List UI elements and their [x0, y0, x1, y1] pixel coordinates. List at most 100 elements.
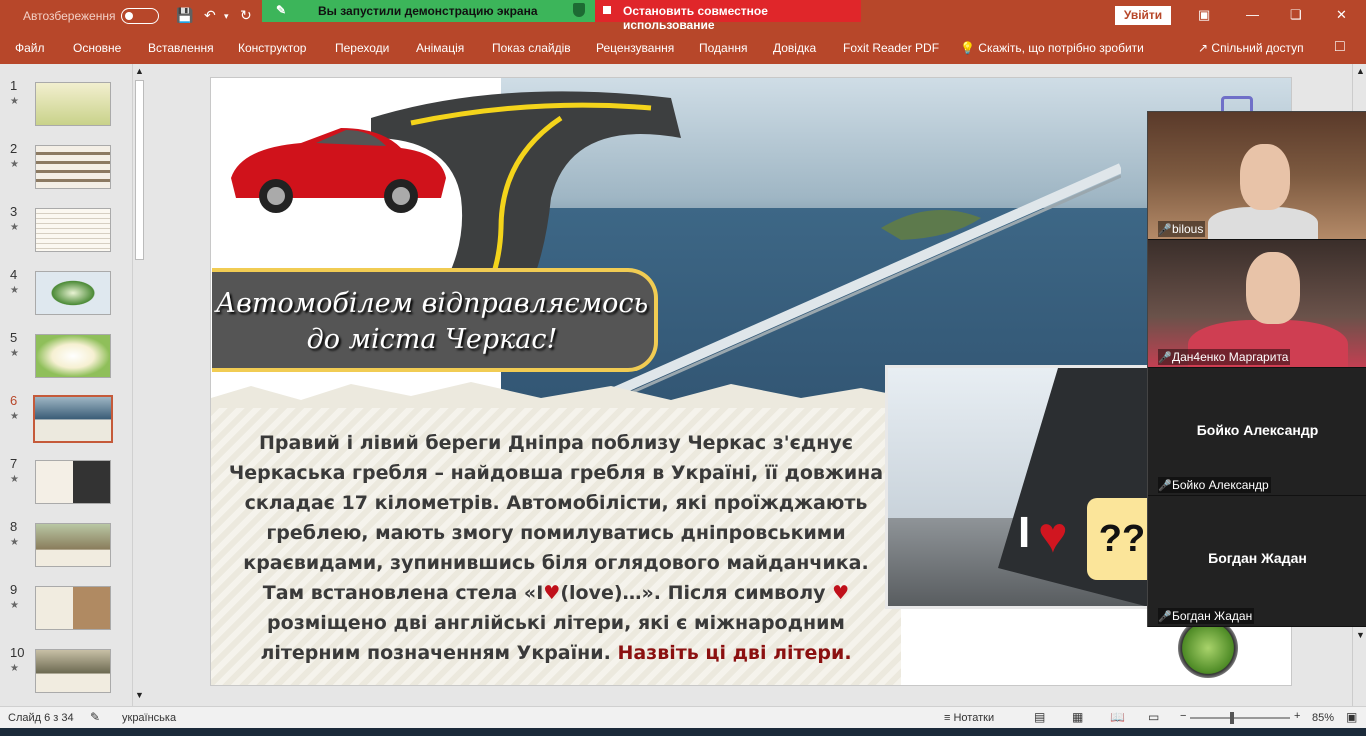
tab-help[interactable]: Довідка	[773, 41, 816, 55]
minimize-icon[interactable]: —	[1246, 7, 1259, 22]
animation-star-icon: ★	[10, 411, 19, 422]
animation-star-icon: ★	[10, 159, 19, 170]
undo-dropdown-icon[interactable]: ▾	[224, 11, 229, 22]
reading-view-icon[interactable]: 📖	[1110, 710, 1125, 724]
pencil-icon[interactable]: ✎	[276, 3, 286, 17]
status-bar: Слайд 6 з 34 ✎ українська ≡ Нотатки ▤ ▦ …	[0, 706, 1366, 728]
thumb-image	[35, 586, 111, 630]
thumbnail-9[interactable]: 9 ★	[0, 582, 132, 632]
animation-star-icon: ★	[10, 600, 19, 611]
participant-name-text: bilous	[1172, 222, 1204, 236]
share-banner-text: Вы запустили демонстрацию экрана	[318, 4, 538, 18]
zoom-slider[interactable]	[1190, 717, 1290, 719]
slide-title-line-1: Автомобілем відправляємось	[215, 288, 649, 319]
mic-muted-icon: 🎤	[1158, 352, 1172, 364]
mic-muted-icon: 🎤	[1158, 480, 1172, 492]
tell-me-search[interactable]: 💡 Скажіть, що потрібно зробити	[960, 41, 1144, 55]
fit-to-window-icon[interactable]: ▣	[1346, 710, 1357, 724]
participant-name: 🎤 Дан4енко Маргарита	[1158, 349, 1291, 365]
scroll-thumb[interactable]	[135, 80, 144, 260]
video-tile-1[interactable]: 🎤 bilous	[1148, 112, 1366, 240]
slide-body-text[interactable]: Правий і лівий береги Дніпра поблизу Чер…	[221, 428, 891, 668]
slideshow-view-icon[interactable]: ▭	[1148, 710, 1159, 724]
thumbnail-7[interactable]: 7 ★	[0, 456, 132, 506]
thumb-image	[35, 145, 111, 189]
thumb-number: 5	[10, 330, 18, 345]
save-icon[interactable]: 💾	[176, 7, 193, 24]
zoom-level[interactable]: 85%	[1312, 712, 1334, 724]
stop-share-button[interactable]: Остановить совместное использование	[595, 0, 861, 32]
stop-share-label: Остановить совместное использование	[623, 4, 768, 32]
notes-button[interactable]: ≡ Нотатки	[944, 712, 994, 724]
scroll-down-icon[interactable]: ▼	[135, 690, 144, 700]
tab-transitions[interactable]: Переходи	[335, 41, 389, 55]
ribbon-display-icon[interactable]: ▣	[1198, 7, 1210, 23]
video-tile-3[interactable]: Бойко Александр 🎤 Бойко Александр	[1148, 368, 1366, 496]
thumbnail-2[interactable]: 2 ★	[0, 141, 132, 191]
tab-view[interactable]: Подання	[699, 41, 747, 55]
slide-counter: Слайд 6 з 34	[8, 712, 74, 724]
os-taskbar	[0, 728, 1366, 736]
thumbnail-3[interactable]: 3 ★	[0, 204, 132, 254]
spellcheck-icon[interactable]: ✎	[90, 710, 100, 724]
restore-icon[interactable]: ❏	[1290, 7, 1302, 23]
video-tile-2[interactable]: 🎤 Дан4енко Маргарита	[1148, 240, 1366, 368]
zoom-in-icon[interactable]: +	[1294, 710, 1300, 722]
tab-slideshow[interactable]: Показ слайдів	[492, 41, 571, 55]
screen-share-banner: ✎ Вы запустили демонстрацию экрана	[262, 0, 595, 22]
stele-letter: I	[1018, 508, 1031, 557]
scroll-down-icon[interactable]: ▼	[1356, 630, 1365, 640]
tab-foxit[interactable]: Foxit Reader PDF	[843, 41, 939, 55]
slide-sorter-icon[interactable]: ▦	[1072, 710, 1083, 724]
redo-icon[interactable]: ↻	[240, 7, 252, 24]
participant-name-text: Дан4енко Маргарита	[1172, 350, 1289, 364]
thumb-number: 8	[10, 519, 18, 534]
body-question: Назвіть ці дві літери.	[617, 642, 852, 664]
slide-title: Автомобілем відправляємось до міста Черк…	[212, 286, 652, 358]
tab-review[interactable]: Рецензування	[596, 41, 674, 55]
language-label[interactable]: українська	[122, 712, 176, 724]
tab-insert[interactable]: Вставлення	[148, 41, 214, 55]
notes-label: Нотатки	[953, 712, 995, 724]
tab-animations[interactable]: Анімація	[416, 41, 464, 55]
tab-file[interactable]: Файл	[15, 41, 45, 55]
tab-design[interactable]: Конструктор	[238, 41, 306, 55]
thumbnail-4[interactable]: 4 ★	[0, 267, 132, 317]
participant-name: 🎤 bilous	[1158, 221, 1206, 237]
animation-star-icon: ★	[10, 96, 19, 107]
close-icon[interactable]: ✕	[1336, 7, 1347, 23]
thumbnail-5[interactable]: 5 ★	[0, 330, 132, 380]
thumbnail-scrollbar[interactable]: ▲ ▼	[132, 64, 146, 706]
signin-button[interactable]: Увійти	[1115, 6, 1171, 25]
slide-title-box[interactable]: Автомобілем відправляємось до міста Черк…	[212, 268, 658, 372]
scroll-up-icon[interactable]: ▲	[1356, 66, 1365, 76]
participant-name-text: Богдан Жадан	[1172, 609, 1253, 623]
zoom-out-icon[interactable]: −	[1180, 710, 1186, 722]
animation-star-icon: ★	[10, 348, 19, 359]
thumb-image	[35, 460, 111, 504]
share-label: Спільний доступ	[1211, 41, 1304, 55]
share-button[interactable]: ↗ Спільний доступ	[1198, 41, 1304, 55]
body-text-part-1: Правий і лівий береги Дніпра поблизу Чер…	[228, 432, 884, 604]
thumbnail-8[interactable]: 8 ★	[0, 519, 132, 569]
stop-icon	[603, 6, 611, 14]
thumbnail-6[interactable]: 6 ★	[0, 393, 132, 443]
zoom-slider-knob[interactable]	[1230, 712, 1234, 724]
slide-canvas[interactable]: Автомобілем відправляємось до міста Черк…	[210, 77, 1292, 686]
heart-icon: ♥	[543, 582, 561, 604]
normal-view-icon[interactable]: ▤	[1034, 710, 1045, 724]
autosave-toggle[interactable]	[121, 8, 159, 24]
thumbnail-10[interactable]: 10 ★	[0, 645, 132, 695]
tab-home[interactable]: Основне	[73, 41, 121, 55]
stele-heart-icon: ♥	[1038, 507, 1068, 563]
undo-icon[interactable]: ↶	[204, 7, 216, 24]
thumbnail-1[interactable]: 1 ★	[0, 78, 132, 128]
body-text-part-2: (love)…». Після символу	[560, 582, 833, 604]
scroll-up-icon[interactable]: ▲	[135, 66, 144, 76]
thumb-image	[35, 523, 111, 567]
participant-name-text: Бойко Александр	[1172, 478, 1269, 492]
video-tile-4[interactable]: Богдан Жадан 🎤 Богдан Жадан	[1148, 496, 1366, 627]
red-car-image	[231, 128, 446, 213]
comments-icon[interactable]: □	[1335, 38, 1345, 56]
thumb-number: 7	[10, 456, 18, 471]
